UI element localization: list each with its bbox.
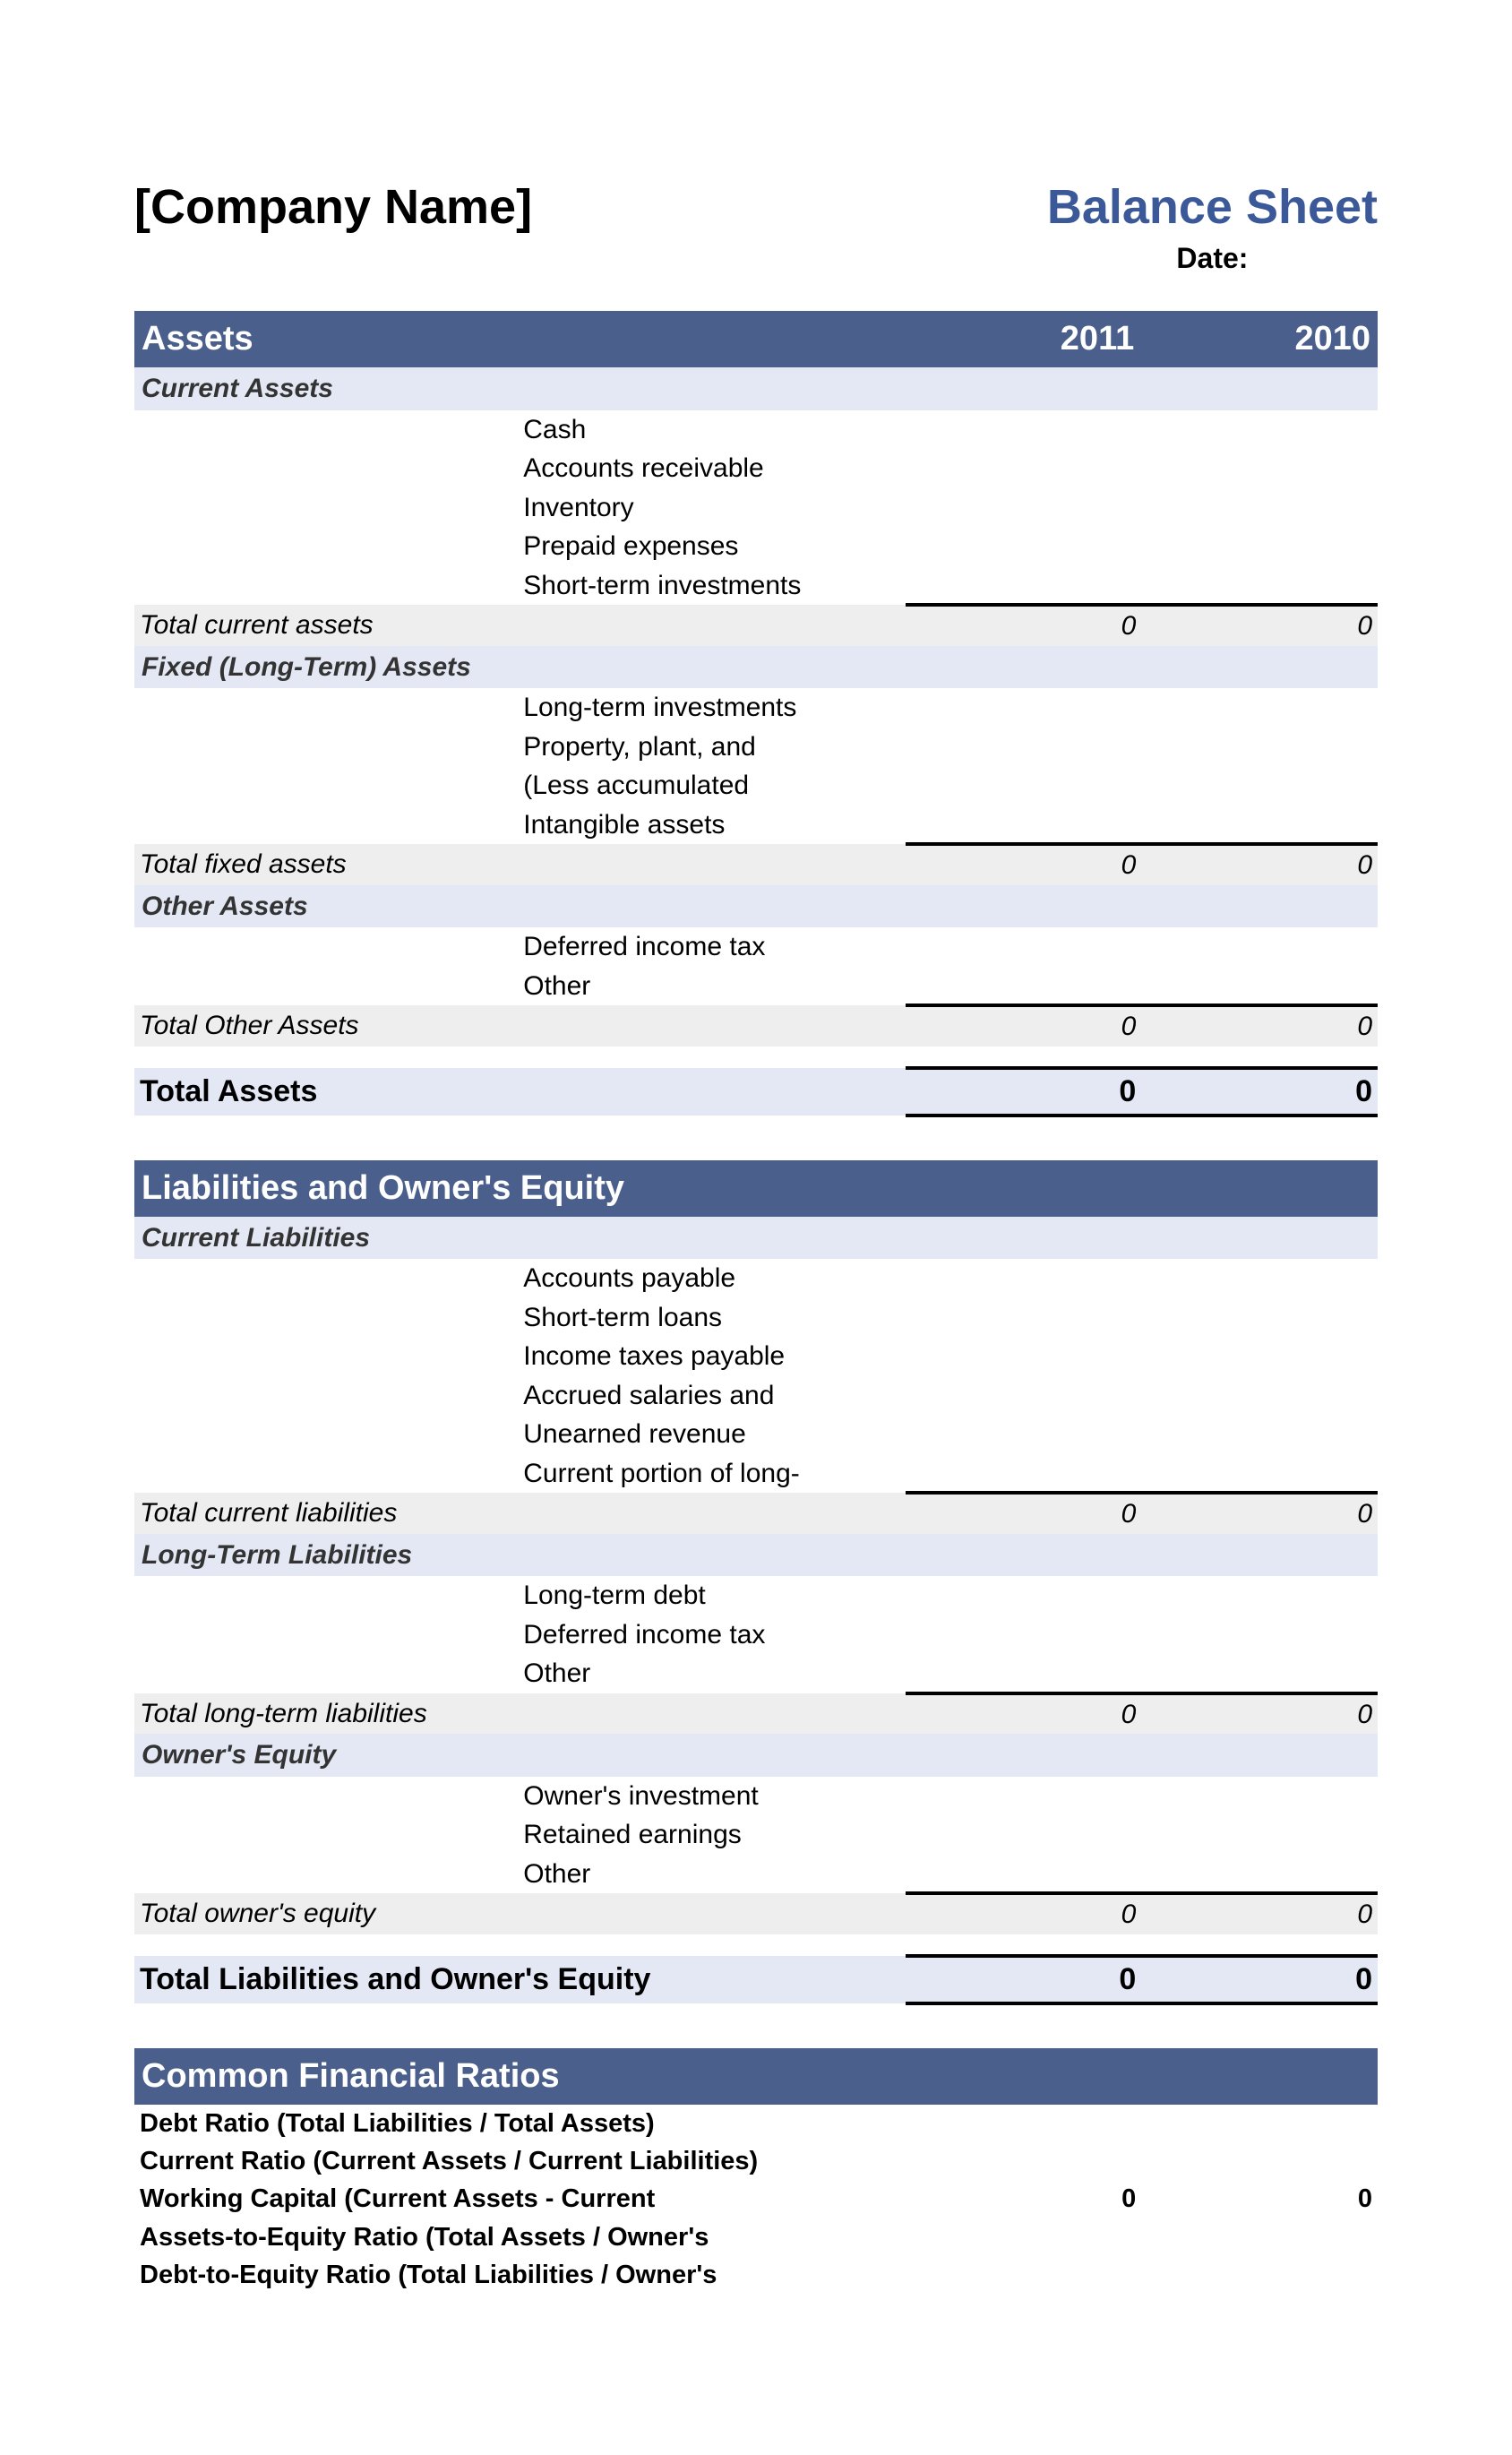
line-item: Income taxes payable	[520, 1337, 905, 1376]
header: [Company Name] Balance Sheet Date:	[134, 179, 1378, 275]
ratio-value	[906, 2256, 1142, 2294]
line-item: Inventory	[520, 488, 905, 528]
subhead-longterm-liabilities: Long-Term Liabilities	[134, 1534, 1378, 1577]
subtotal-label: Total owner's equity	[134, 1893, 906, 1934]
subtotal-value: 0	[1141, 1005, 1378, 1047]
line-item: Long-term investments	[520, 688, 905, 728]
line-item: Unearned revenue	[520, 1415, 905, 1454]
year-1: 2011	[906, 311, 1142, 367]
subhead-fixed-assets: Fixed (Long-Term) Assets	[134, 646, 1378, 689]
subtotal-value: 0	[1141, 1893, 1378, 1934]
subhead-other-assets: Other Assets	[134, 885, 1378, 928]
ratio-value	[1141, 2256, 1378, 2294]
line-item: Accrued salaries and	[520, 1376, 905, 1416]
total-assets-value: 0	[1141, 1068, 1378, 1116]
line-item: Current portion of long-	[520, 1454, 905, 1494]
ratio-value: 0	[1141, 2180, 1378, 2218]
total-assets-value: 0	[906, 1068, 1142, 1116]
subtotal-label: Total current liabilities	[134, 1493, 906, 1534]
ratio-value	[1141, 2105, 1378, 2142]
subtotal-label: Total fixed assets	[134, 844, 906, 885]
ratio-value: 0	[906, 2180, 1142, 2218]
subhead-owners-equity: Owner's Equity	[134, 1734, 1378, 1777]
balance-sheet-table: Assets 2011 2010 Current Assets Cash Acc…	[134, 311, 1378, 2294]
heading-ratios: Common Financial Ratios	[134, 2048, 1378, 2105]
page: [Company Name] Balance Sheet Date: Asset…	[0, 0, 1512, 2455]
total-liabilities-label: Total Liabilities and Owner's Equity	[134, 1956, 906, 2003]
line-item: Cash	[520, 410, 905, 450]
subtotal-value: 0	[1141, 605, 1378, 646]
line-item: Deferred income tax	[520, 927, 905, 967]
line-item: Accounts payable	[520, 1259, 905, 1298]
subhead-current-assets: Current Assets	[134, 367, 1378, 410]
line-item: Long-term debt	[520, 1576, 905, 1615]
subtotal-value: 0	[906, 1005, 1142, 1047]
heading-assets: Assets	[134, 311, 906, 367]
ratio-label: Assets-to-Equity Ratio (Total Assets / O…	[134, 2218, 906, 2256]
company-name: [Company Name]	[134, 179, 532, 235]
line-item: Other	[520, 1855, 905, 1894]
line-item: Owner's investment	[520, 1777, 905, 1816]
ratio-value	[906, 2218, 1142, 2256]
subhead-current-liabilities: Current Liabilities	[134, 1217, 1378, 1260]
line-item: Other	[520, 967, 905, 1006]
subtotal-value: 0	[906, 844, 1142, 885]
line-item: Prepaid expenses	[520, 527, 905, 566]
line-item: Property, plant, and	[520, 728, 905, 767]
ratio-label: Debt Ratio (Total Liabilities / Total As…	[134, 2105, 906, 2142]
line-item: Short-term investments	[520, 566, 905, 606]
ratio-value	[906, 2105, 1142, 2142]
subtotal-value: 0	[906, 1693, 1142, 1735]
line-item: Deferred income tax	[520, 1615, 905, 1655]
subtotal-value: 0	[1141, 844, 1378, 885]
ratio-value	[906, 2142, 1142, 2180]
year-2: 2010	[1141, 311, 1378, 367]
line-item: Accounts receivable	[520, 449, 905, 488]
ratio-label: Working Capital (Current Assets - Curren…	[134, 2180, 906, 2218]
section-assets-header: Assets 2011 2010	[134, 311, 1378, 367]
subtotal-label: Total long-term liabilities	[134, 1693, 906, 1735]
ratio-label: Current Ratio (Current Assets / Current …	[134, 2142, 906, 2180]
title-block: Balance Sheet Date:	[1047, 179, 1378, 275]
total-liabilities-value: 0	[906, 1956, 1142, 2003]
line-item: Retained earnings	[520, 1815, 905, 1855]
subtotal-label: Total Other Assets	[134, 1005, 906, 1047]
subtotal-value: 0	[906, 605, 1142, 646]
ratio-value	[1141, 2142, 1378, 2180]
subtotal-label: Total current assets	[134, 605, 906, 646]
ratio-label: Debt-to-Equity Ratio (Total Liabilities …	[134, 2256, 906, 2294]
line-item: Short-term loans	[520, 1298, 905, 1338]
subtotal-value: 0	[906, 1893, 1142, 1934]
subtotal-value: 0	[1141, 1493, 1378, 1534]
document-title: Balance Sheet	[1047, 179, 1378, 235]
subtotal-value: 0	[906, 1493, 1142, 1534]
line-item: Other	[520, 1654, 905, 1693]
date-label: Date:	[1047, 242, 1378, 275]
heading-liabilities: Liabilities and Owner's Equity	[134, 1160, 1378, 1217]
line-item: Intangible assets	[520, 805, 905, 845]
line-item: (Less accumulated	[520, 766, 905, 805]
subtotal-value: 0	[1141, 1693, 1378, 1735]
total-liabilities-value: 0	[1141, 1956, 1378, 2003]
total-assets-label: Total Assets	[134, 1068, 906, 1116]
ratio-value	[1141, 2218, 1378, 2256]
